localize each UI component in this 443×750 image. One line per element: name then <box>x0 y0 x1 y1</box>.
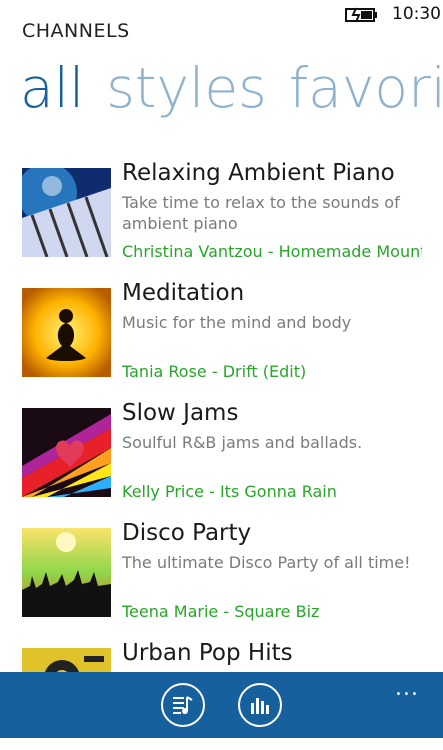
now-playing-icon <box>173 696 193 714</box>
channel-item-slow-jams[interactable]: Slow Jams Soulful R&B jams and ballads. … <box>22 400 443 510</box>
now-playing-artist: Christina Vantzou - Homemade Mounta <box>122 242 422 261</box>
equalizer-icon <box>251 698 269 714</box>
more-menu-button[interactable]: ... <box>395 676 419 701</box>
channel-title: Meditation <box>122 280 245 306</box>
channel-description: Soulful R&B jams and ballads. <box>122 433 363 452</box>
channel-description: The ultimate Disco Party of all time! <box>122 553 411 572</box>
now-playing-button[interactable] <box>161 683 205 727</box>
channel-title: Disco Party <box>122 520 252 546</box>
equalizer-button[interactable] <box>238 683 282 727</box>
channel-title: Relaxing Ambient Piano <box>122 160 395 186</box>
channel-title: Slow Jams <box>122 400 239 426</box>
pivot-tab-all[interactable]: all <box>20 56 84 120</box>
disco-crowd-image <box>22 528 111 617</box>
channel-title: Urban Pop Hits <box>122 640 293 666</box>
now-playing-artist: Tania Rose - Drift (Edit) <box>122 362 307 381</box>
clock: 10:30 <box>392 4 441 24</box>
app-bar: ... <box>0 672 443 738</box>
pivot-tab-styles[interactable]: styles <box>106 56 267 120</box>
hearts-rainbow-image <box>22 408 111 497</box>
pivot-header: all styles favori <box>20 52 443 124</box>
channel-description: Music for the mind and body <box>122 313 352 332</box>
now-playing-artist: Teena Marie - Square Biz <box>122 602 320 621</box>
battery-charging-icon <box>345 7 377 23</box>
channel-item-disco-party[interactable]: Disco Party The ultimate Disco Party of … <box>22 520 443 630</box>
pivot-tab-favorites[interactable]: favori <box>289 56 443 120</box>
meditation-silhouette-image <box>22 288 111 377</box>
channel-description: Take time to relax to the sounds of ambi… <box>122 193 400 233</box>
channel-item-relaxing-ambient-piano[interactable]: Relaxing Ambient Piano Take time to rela… <box>22 160 443 270</box>
channel-item-meditation[interactable]: Meditation Music for the mind and body T… <box>22 280 443 390</box>
app-title: CHANNELS <box>22 20 130 42</box>
now-playing-artist: Kelly Price - Its Gonna Rain <box>122 482 337 501</box>
piano-keys-image <box>22 168 111 257</box>
